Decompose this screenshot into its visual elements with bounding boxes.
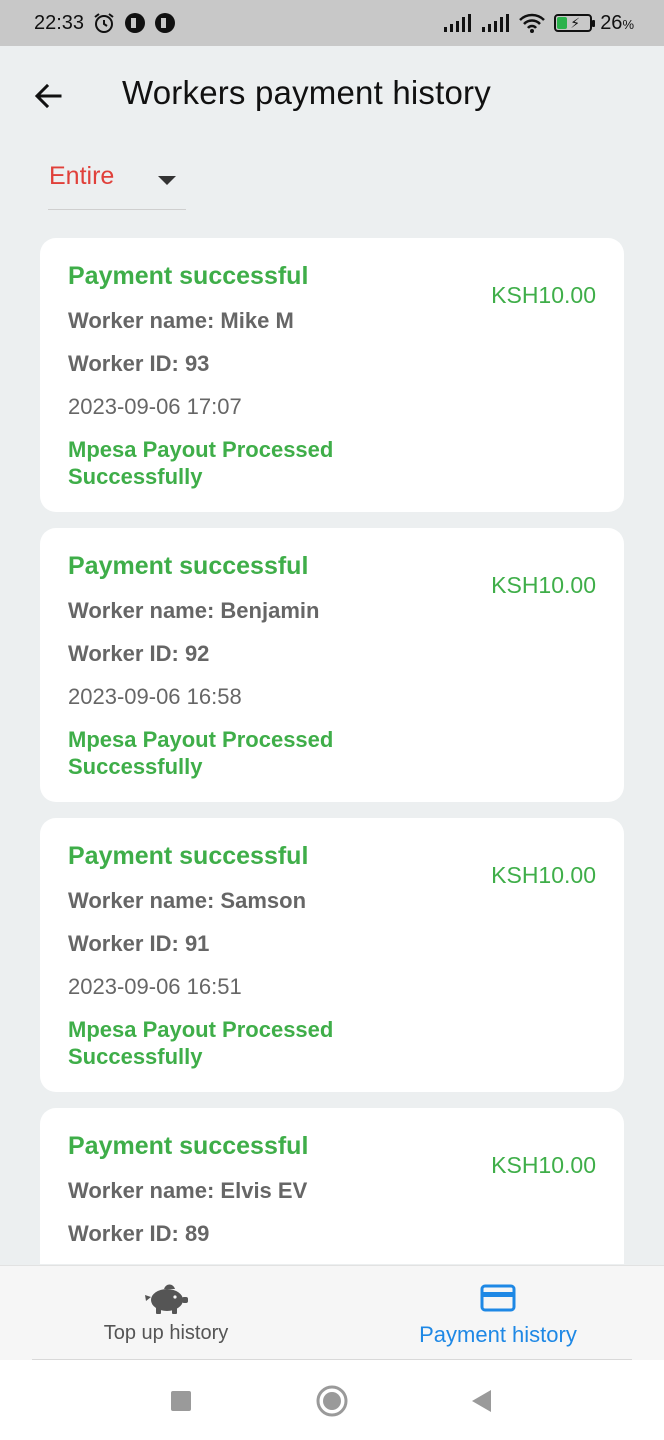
page-title: Workers payment history [122,74,491,111]
worker-name: Worker name: Elvis EV [68,1178,308,1203]
payment-status: Payment successful [68,552,309,580]
app-bar: Workers payment history [0,46,664,146]
battery-percent: 26% [600,11,634,34]
filter-dropdown[interactable]: Entire [48,162,186,210]
signal-icon [480,13,510,33]
payment-amount: KSH10.00 [491,282,596,308]
payment-amount: KSH10.00 [491,862,596,888]
arrow-left-icon [34,83,62,109]
worker-id: Worker ID: 89 [68,1221,210,1246]
status-bar: 22:33 ⚡ 26% [0,0,664,46]
payment-date: 2023-09-06 16:51 [68,974,242,999]
nav-label: Payment history [419,1322,577,1347]
app-notification-icon [124,12,146,34]
system-navigation-bar [0,1360,664,1440]
worker-name: Worker name: Benjamin [68,598,320,623]
filter-selected-value: Entire [49,162,115,190]
payment-amount: KSH10.00 [491,572,596,598]
back-button[interactable] [28,76,68,116]
payment-date: 2023-09-06 17:07 [68,394,242,419]
payment-card[interactable]: Payment successful KSH10.00 Worker name:… [40,818,624,1092]
nav-tab-top-up-history[interactable]: Top up history [0,1266,332,1361]
battery-charging-icon: ⚡ [554,14,596,32]
alarm-icon [92,11,116,35]
payout-message: Mpesa Payout Processed Successfully [68,1017,334,1069]
status-time: 22:33 [34,11,85,34]
app-notification-icon [154,12,176,34]
worker-name: Worker name: Samson [68,888,307,913]
triangle-back-icon [472,1390,491,1412]
piggy-bank-icon [142,1280,190,1316]
nav-tab-payment-history[interactable]: Payment history [332,1266,664,1361]
wifi-icon [518,12,546,34]
payment-card[interactable]: Payment successful KSH10.00 Worker name:… [40,1108,624,1264]
circle-icon [316,1385,348,1417]
payment-list[interactable]: Payment successful KSH10.00 Worker name:… [40,238,624,1264]
back-nav-button[interactable] [464,1384,498,1418]
payment-status: Payment successful [68,842,309,870]
home-button[interactable] [315,1384,349,1418]
worker-id: Worker ID: 93 [68,351,210,376]
dropdown-arrow-icon [158,176,176,185]
nav-label: Top up history [103,1322,229,1344]
payment-card[interactable]: Payment successful KSH10.00 Worker name:… [40,238,624,512]
payout-message: Mpesa Payout Processed Successfully [68,727,334,779]
payment-status: Payment successful [68,262,309,290]
worker-id: Worker ID: 91 [68,931,210,956]
credit-card-icon [480,1280,516,1316]
payout-message: Mpesa Payout Processed Successfully [68,437,334,489]
bottom-navigation: Top up history Payment history [0,1265,664,1360]
payment-date: 2023-09-06 16:58 [68,684,242,709]
square-icon [171,1391,191,1411]
payment-card[interactable]: Payment successful KSH10.00 Worker name:… [40,528,624,802]
payment-amount: KSH10.00 [491,1152,596,1178]
worker-id: Worker ID: 92 [68,641,210,666]
recent-apps-button[interactable] [164,1384,198,1418]
status-right: ⚡ 26% [442,12,634,35]
worker-name: Worker name: Mike M [68,308,294,333]
signal-icon [442,13,472,33]
status-left: 22:33 [34,11,176,35]
payment-status: Payment successful [68,1132,309,1160]
